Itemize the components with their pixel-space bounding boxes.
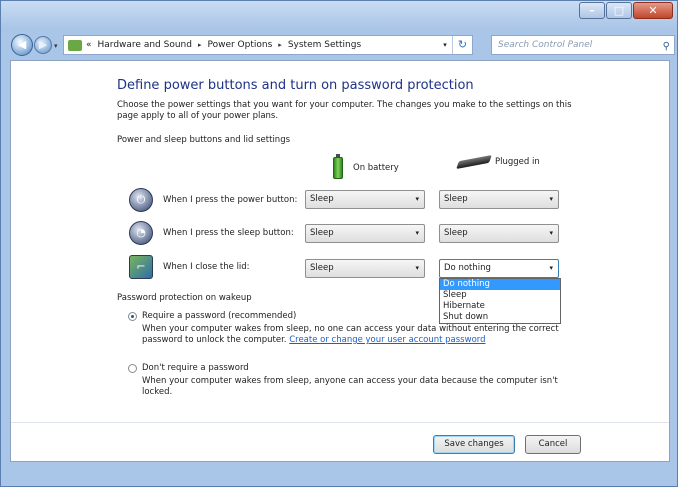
- no-password-radio[interactable]: [128, 364, 137, 373]
- page-title: Define power buttons and turn on passwor…: [117, 78, 474, 93]
- page-description: Choose the power settings that you want …: [117, 100, 572, 121]
- laptop-lid-icon: ⌐: [129, 255, 153, 279]
- power-plug-icon: [456, 154, 492, 170]
- on-battery-label: On battery: [353, 163, 399, 173]
- select-value: Do nothing: [444, 263, 491, 273]
- sleep-button-icon: ◔: [129, 221, 153, 245]
- select-value: Sleep: [310, 194, 334, 204]
- search-icon[interactable]: ⚲: [663, 38, 670, 56]
- address-history-dropdown[interactable]: ▾: [438, 41, 452, 49]
- select-value: Sleep: [310, 263, 334, 273]
- minimize-button[interactable]: –: [579, 2, 605, 19]
- power-button-icon: ⏻: [129, 188, 153, 212]
- close-lid-label: When I close the lid:: [163, 262, 250, 272]
- option-sleep[interactable]: Sleep: [440, 290, 560, 301]
- control-panel-icon: [68, 39, 82, 51]
- chevron-down-icon: ▾: [415, 195, 419, 203]
- search-placeholder: Search Control Panel: [498, 40, 593, 50]
- footer-divider: [11, 422, 669, 423]
- battery-icon: [333, 154, 343, 179]
- option-do-nothing[interactable]: Do nothing: [440, 279, 560, 290]
- require-password-description: When your computer wakes from sleep, no …: [142, 324, 562, 346]
- chevron-down-icon: ▾: [549, 195, 553, 203]
- require-password-radio[interactable]: [128, 312, 137, 321]
- close-button[interactable]: ✕: [633, 2, 673, 19]
- save-changes-button[interactable]: Save changes: [433, 435, 515, 454]
- back-button[interactable]: ◀: [11, 34, 33, 56]
- lid-action-dropdown-list: Do nothing Sleep Hibernate Shut down: [439, 278, 561, 324]
- chevron-down-icon: ▾: [549, 264, 553, 272]
- power-button-label: When I press the power button:: [163, 195, 298, 205]
- plugged-in-label: Plugged in: [495, 157, 540, 167]
- breadcrumb-system-settings[interactable]: System Settings: [288, 40, 361, 50]
- option-hibernate[interactable]: Hibernate: [440, 301, 560, 312]
- require-password-title: Require a password (recommended): [142, 311, 297, 321]
- power-button-row: ⏻ When I press the power button:: [129, 188, 309, 212]
- select-value: Sleep: [444, 228, 468, 238]
- sleep-button-plugged-select[interactable]: Sleep ▾: [439, 224, 559, 243]
- password-section-label: Password protection on wakeup: [117, 293, 252, 303]
- chevron-down-icon: ▾: [549, 229, 553, 237]
- select-value: Sleep: [310, 228, 334, 238]
- breadcrumb-power-options[interactable]: Power Options: [207, 40, 272, 50]
- sleep-button-battery-select[interactable]: Sleep ▾: [305, 224, 425, 243]
- no-password-description: When your computer wakes from sleep, any…: [142, 376, 558, 397]
- close-lid-plugged-select[interactable]: Do nothing ▾: [439, 259, 559, 278]
- cancel-button[interactable]: Cancel: [525, 435, 581, 454]
- breadcrumb-separator[interactable]: ▸: [198, 41, 202, 49]
- maximize-button[interactable]: □: [606, 2, 632, 19]
- on-battery-header: On battery: [333, 154, 399, 179]
- breadcrumb-prefix[interactable]: «: [86, 40, 92, 50]
- power-button-battery-select[interactable]: Sleep ▾: [305, 190, 425, 209]
- require-password-option[interactable]: Require a password (recommended): [128, 311, 296, 321]
- forward-button[interactable]: ▶: [34, 36, 52, 54]
- recent-pages-dropdown[interactable]: ▾: [54, 42, 58, 50]
- breadcrumb-hardware-and-sound[interactable]: Hardware and Sound: [98, 40, 192, 50]
- title-bar: – □ ✕: [1, 1, 677, 31]
- refresh-icon[interactable]: ↻: [452, 36, 472, 54]
- search-input[interactable]: Search Control Panel ⚲: [491, 35, 675, 55]
- breadcrumb-separator[interactable]: ▸: [278, 41, 282, 49]
- close-lid-battery-select[interactable]: Sleep ▾: [305, 259, 425, 278]
- sleep-button-label: When I press the sleep button:: [163, 228, 294, 238]
- main-content: Define power buttons and turn on passwor…: [10, 60, 670, 462]
- buttons-section-label: Power and sleep buttons and lid settings: [117, 135, 291, 145]
- power-button-plugged-select[interactable]: Sleep ▾: [439, 190, 559, 209]
- chevron-down-icon: ▾: [415, 229, 419, 237]
- no-password-option[interactable]: Don't require a password: [128, 363, 249, 373]
- plugged-in-header: Plugged in: [456, 154, 540, 170]
- close-lid-row: ⌐ When I close the lid:: [129, 255, 309, 279]
- no-password-title: Don't require a password: [142, 363, 249, 373]
- select-value: Sleep: [444, 194, 468, 204]
- control-panel-window: – □ ✕ ◀ ▶ ▾ « Hardware and Sound ▸ Power…: [0, 0, 678, 487]
- chevron-down-icon: ▾: [415, 264, 419, 272]
- address-bar[interactable]: « Hardware and Sound ▸ Power Options ▸ S…: [63, 35, 473, 55]
- navigation-bar: ◀ ▶ ▾ « Hardware and Sound ▸ Power Optio…: [1, 31, 677, 59]
- create-password-link[interactable]: Create or change your user account passw…: [289, 335, 485, 345]
- option-shut-down[interactable]: Shut down: [440, 312, 560, 323]
- sleep-button-row: ◔ When I press the sleep button:: [129, 221, 309, 245]
